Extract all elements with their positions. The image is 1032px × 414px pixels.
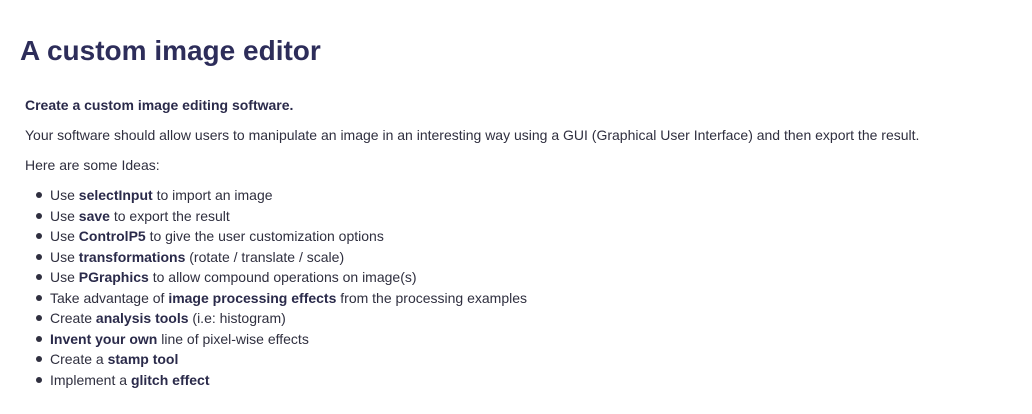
idea-keyword: image processing effects [168,289,337,306]
list-item: Create a stamp tool [25,350,527,371]
idea-keyword: selectInput [78,187,153,203]
idea-keyword: transformations [78,248,186,265]
idea-keyword: stamp tool [107,351,179,367]
list-item: Use selectInput to import an image [25,186,527,207]
idea-suffix: from the processing examples [336,289,528,306]
idea-suffix: to export the result [109,207,230,224]
idea-suffix: line of pixel-wise effects [157,330,309,347]
idea-prefix: Create [50,310,96,326]
idea-keyword: PGraphics [78,269,149,285]
idea-keyword: glitch effect [130,371,210,388]
bullet-icon [36,212,42,219]
bullet-icon [36,274,42,280]
ideas-list: Use selectInput to import an image Use s… [25,186,527,391]
bullet-icon [36,356,42,362]
idea-prefix: Create a [50,351,108,367]
page: A custom image editor Create a custom im… [0,0,1032,414]
description-text: Your software should allow users to mani… [25,127,920,143]
list-item: Use save to export the result [25,207,527,228]
bullet-icon [36,376,42,383]
idea-keyword: ControlP5 [78,228,146,244]
idea-keyword: analysis tools [95,310,189,326]
idea-suffix: to allow compound operations on image(s) [148,269,417,285]
bullet-icon [36,315,42,321]
bullet-icon [36,233,42,239]
list-item: Implement a glitch effect [25,371,527,392]
idea-suffix: (i.e: histogram) [188,310,286,326]
idea-prefix: Use [50,228,79,244]
bullet-icon [36,192,42,198]
idea-keyword: save [78,207,110,224]
idea-keyword: Invent your own [50,330,158,347]
list-item: Take advantage of image processing effec… [25,289,527,310]
idea-suffix: (rotate / translate / scale) [185,248,345,265]
bullet-icon [36,253,42,260]
idea-prefix: Use [50,248,79,265]
idea-suffix: to give the user customization options [145,228,384,244]
list-item: Invent your own line of pixel-wise effec… [25,330,527,351]
ideas-heading: Here are some Ideas: [25,157,160,173]
list-item: Use transformations (rotate / translate … [25,248,527,269]
idea-suffix: to import an image [152,187,273,203]
idea-prefix: Use [50,269,79,285]
bullet-icon [36,294,42,301]
idea-prefix: Implement a [50,371,131,388]
list-item: Use ControlP5 to give the user customiza… [25,227,527,248]
idea-prefix: Use [50,207,79,224]
idea-prefix: Take advantage of [50,289,169,306]
intro-bold-text: Create a custom image editing software. [25,97,294,113]
idea-prefix: Use [50,187,79,203]
list-item: Use PGraphics to allow compound operatio… [25,268,527,289]
bullet-icon [36,335,42,342]
page-title: A custom image editor [20,35,321,66]
list-item: Create analysis tools (i.e: histogram) [25,309,527,330]
